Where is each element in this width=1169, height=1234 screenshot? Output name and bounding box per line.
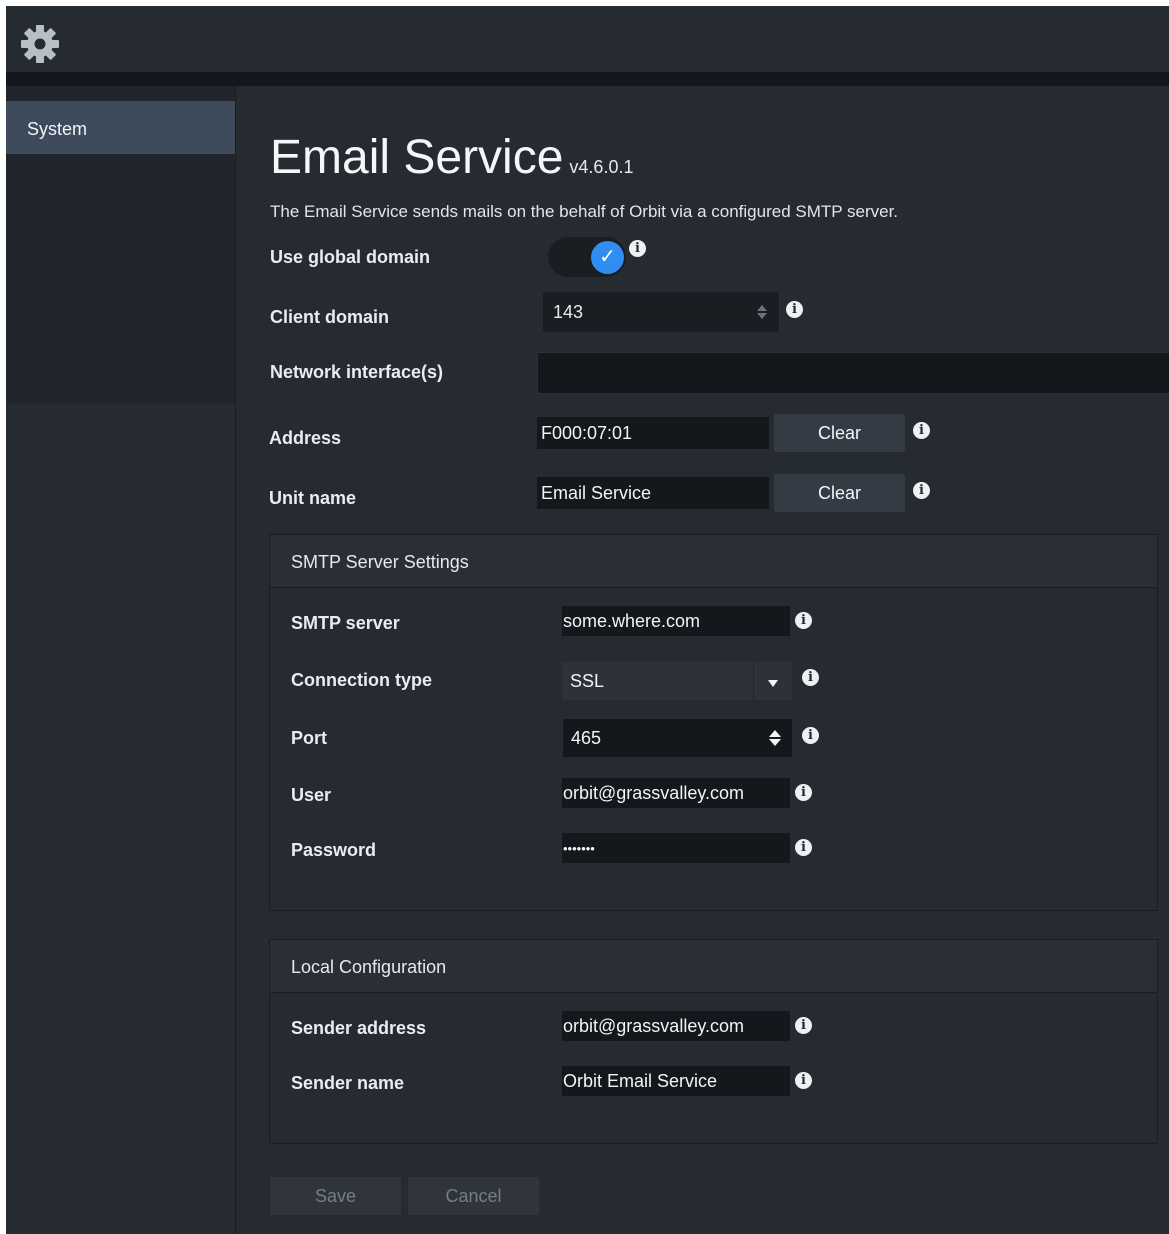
app-window: System Email Service v4.6.0.1 The Email S… — [6, 6, 1169, 1234]
info-icon[interactable]: i — [786, 301, 803, 318]
port-value: 465 — [571, 727, 602, 748]
user-input[interactable]: orbit@grassvalley.com — [562, 778, 790, 808]
info-icon[interactable]: i — [802, 727, 819, 744]
address-clear-button[interactable]: Clear — [774, 414, 905, 452]
user-value: orbit@grassvalley.com — [563, 782, 744, 803]
smtp-server-input[interactable]: some.where.com — [562, 606, 790, 636]
network-interfaces-label: Network interface(s) — [270, 362, 444, 382]
client-domain-stepper[interactable] — [745, 292, 779, 332]
page-description: The Email Service sends mails on the beh… — [270, 202, 899, 221]
info-icon[interactable]: i — [913, 422, 930, 439]
top-bar-divider — [6, 72, 1169, 86]
save-button[interactable]: Save — [270, 1177, 401, 1215]
sidebar-item-label: System — [27, 119, 88, 139]
info-icon[interactable]: i — [913, 482, 930, 499]
sender-address-input[interactable]: orbit@grassvalley.com — [562, 1011, 790, 1041]
version-label: v4.6.0.1 — [569, 157, 634, 177]
chevron-down-icon — [753, 662, 792, 700]
smtp-server-label: SMTP server — [291, 613, 400, 633]
port-input[interactable]: 465 — [563, 719, 792, 757]
sender-name-value: Orbit Email Service — [563, 1070, 718, 1091]
connection-type-select[interactable]: SSL — [562, 662, 792, 700]
top-bar — [6, 6, 1169, 72]
info-icon[interactable]: i — [795, 612, 812, 629]
page-title: Email Service v4.6.0.1 — [270, 130, 633, 185]
info-icon[interactable]: i — [795, 839, 812, 856]
check-icon: ✓ — [591, 241, 624, 274]
smtp-settings-panel: SMTP Server Settings SMTP server some.wh… — [269, 534, 1158, 911]
unit-name-label: Unit name — [269, 488, 357, 508]
cancel-button[interactable]: Cancel — [408, 1177, 539, 1215]
local-configuration-panel: Local Configuration Sender address orbit… — [269, 939, 1158, 1144]
sidebar: System — [6, 86, 236, 1234]
use-global-domain-toggle[interactable]: ✓ — [548, 237, 626, 277]
unit-name-input[interactable]: Email Service — [537, 477, 769, 509]
client-domain-label: Client domain — [270, 307, 390, 327]
info-icon[interactable]: i — [802, 669, 819, 686]
connection-type-label: Connection type — [291, 670, 433, 690]
use-global-domain-label: Use global domain — [270, 247, 431, 267]
sidebar-item-system[interactable]: System — [6, 101, 235, 154]
connection-type-value: SSL — [570, 670, 605, 691]
info-icon[interactable]: i — [795, 784, 812, 801]
sender-address-value: orbit@grassvalley.com — [563, 1015, 744, 1036]
local-configuration-header: Local Configuration — [270, 940, 1157, 993]
port-stepper[interactable] — [758, 719, 792, 757]
sender-name-input[interactable]: Orbit Email Service — [562, 1066, 790, 1096]
user-label: User — [291, 785, 332, 805]
sender-name-label: Sender name — [291, 1073, 405, 1093]
main-content: Email Service v4.6.0.1 The Email Service … — [236, 86, 1169, 1234]
password-value: ••••••• — [563, 840, 595, 856]
smtp-server-value: some.where.com — [563, 610, 701, 631]
unit-name-value: Email Service — [541, 482, 652, 503]
smtp-settings-header: SMTP Server Settings — [270, 535, 1157, 588]
client-domain-value: 143 — [553, 301, 584, 322]
page-title-text: Email Service — [270, 131, 564, 184]
network-interfaces-input[interactable] — [537, 352, 1169, 394]
sender-address-label: Sender address — [291, 1018, 427, 1038]
smtp-settings-title: SMTP Server Settings — [291, 552, 469, 572]
client-domain-input[interactable]: 143 — [543, 292, 779, 332]
address-input[interactable]: F000:07:01 — [537, 417, 769, 449]
password-label: Password — [291, 840, 377, 860]
info-icon[interactable]: i — [795, 1017, 812, 1034]
password-input[interactable]: ••••••• — [562, 833, 790, 863]
gear-icon[interactable] — [20, 24, 60, 64]
port-label: Port — [291, 728, 327, 748]
address-label: Address — [269, 428, 342, 448]
info-icon[interactable]: i — [629, 240, 646, 257]
unit-name-clear-button[interactable]: Clear — [774, 474, 905, 512]
info-icon[interactable]: i — [795, 1072, 812, 1089]
local-configuration-title: Local Configuration — [291, 957, 447, 977]
address-value: F000:07:01 — [541, 422, 633, 443]
